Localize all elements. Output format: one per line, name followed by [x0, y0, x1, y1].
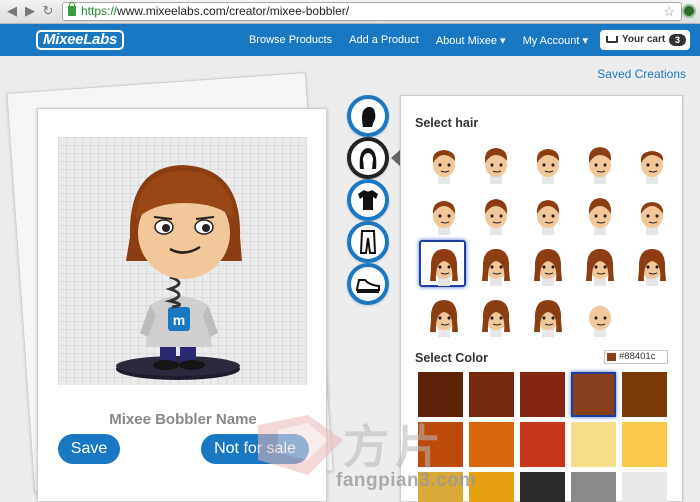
- hair-style-icon: [430, 249, 458, 286]
- hair-option[interactable]: [575, 240, 622, 287]
- color-swatch[interactable]: [571, 422, 616, 467]
- cart-button[interactable]: Your cart 3: [600, 30, 690, 50]
- hair-style-icon: [484, 148, 508, 184]
- hair-option[interactable]: [627, 240, 674, 287]
- sale-status-button[interactable]: Not for sale: [201, 434, 309, 464]
- color-swatch[interactable]: [520, 422, 565, 467]
- hair-style-icon: [482, 249, 510, 286]
- lock-icon: [68, 2, 76, 16]
- hair-style-icon: [588, 198, 612, 235]
- hair-option[interactable]: [419, 291, 466, 338]
- bobbler-name[interactable]: Mixee Bobbler Name: [38, 411, 328, 428]
- color-swatch[interactable]: [418, 372, 463, 417]
- hair-style-icon: [536, 149, 560, 184]
- hair-option[interactable]: [627, 138, 674, 185]
- color-swatch[interactable]: [622, 472, 667, 502]
- category-shirt-button[interactable]: [347, 179, 389, 221]
- shirt-icon: [358, 190, 378, 210]
- arrow-left-icon[interactable]: ◀: [4, 3, 20, 19]
- hair-option[interactable]: [523, 291, 570, 338]
- hair-option[interactable]: [575, 189, 622, 236]
- hair-option[interactable]: [471, 189, 518, 236]
- hair-option[interactable]: [471, 291, 518, 338]
- hair-option[interactable]: [627, 189, 674, 236]
- hair-style-icon: [432, 150, 456, 184]
- color-hex-input[interactable]: #88401c: [604, 350, 668, 364]
- hair-option[interactable]: [471, 138, 518, 185]
- extension-icon[interactable]: [682, 4, 696, 18]
- hair-option[interactable]: [419, 240, 466, 287]
- saved-creations-link[interactable]: Saved Creations: [597, 67, 686, 81]
- hair-style-icon: [534, 249, 562, 286]
- address-bar[interactable]: https://www.mixeelabs.com/creator/mixee-…: [62, 2, 682, 21]
- select-color-title: Select Color: [415, 351, 488, 365]
- color-swatch[interactable]: [520, 372, 565, 417]
- watermark-text: fangpian3.com: [336, 470, 477, 491]
- hair-option[interactable]: [575, 291, 622, 338]
- pants-icon: [359, 230, 377, 254]
- hair-option[interactable]: [419, 138, 466, 185]
- color-swatch[interactable]: [571, 372, 616, 417]
- hair-style-icon: [640, 202, 664, 235]
- hair-style-icon: [430, 300, 458, 337]
- hair-style-icon: [640, 151, 664, 184]
- hair-style-icon: [589, 306, 611, 337]
- hair-option[interactable]: [523, 240, 570, 287]
- hair-icon: [359, 148, 377, 169]
- hair-style-icon: [534, 300, 562, 337]
- select-hair-title: Select hair: [415, 116, 479, 130]
- color-swatch[interactable]: [622, 422, 667, 467]
- cart-icon: [606, 36, 618, 43]
- hair-style-icon: [536, 200, 560, 235]
- color-swatch[interactable]: [469, 422, 514, 467]
- main-nav: Browse Products Add a Product About Mixe…: [249, 24, 588, 56]
- hair-option[interactable]: [523, 138, 570, 185]
- current-color-swatch: [607, 353, 616, 361]
- color-swatch[interactable]: [418, 422, 463, 467]
- nav-browse-products[interactable]: Browse Products: [249, 34, 332, 46]
- site-header: MixeeLabs Browse Products Add a Product …: [0, 24, 700, 56]
- hair-style-icon: [638, 249, 666, 286]
- hair-style-icon: [586, 249, 614, 286]
- category-hair-button[interactable]: [347, 137, 389, 179]
- hair-style-icon: [588, 147, 612, 184]
- hair-options-grid: [419, 138, 675, 338]
- category-head-button[interactable]: [347, 95, 389, 137]
- shoe-icon: [356, 279, 380, 293]
- bobblehead-figure-icon: m: [116, 165, 242, 380]
- color-swatch[interactable]: [622, 372, 667, 417]
- arrow-right-icon[interactable]: ▶: [22, 3, 38, 19]
- color-swatch[interactable]: [469, 372, 514, 417]
- nav-my-account[interactable]: My Account ▾: [523, 34, 588, 47]
- nav-add-product[interactable]: Add a Product: [349, 34, 419, 46]
- hair-style-icon: [432, 201, 456, 235]
- hair-option[interactable]: [471, 240, 518, 287]
- nav-about-mixee[interactable]: About Mixee ▾: [436, 34, 506, 47]
- cart-count-badge: 3: [669, 34, 686, 46]
- hair-style-icon: [484, 199, 508, 235]
- save-button[interactable]: Save: [58, 434, 120, 464]
- category-shoes-button[interactable]: [347, 263, 389, 305]
- color-swatch[interactable]: [520, 472, 565, 502]
- preview-card: m Mixee Bobbler Name Save Not for sale: [37, 108, 327, 502]
- svg-text:m: m: [173, 312, 185, 328]
- hair-option[interactable]: [523, 189, 570, 236]
- mixeelabs-logo[interactable]: MixeeLabs: [36, 30, 124, 50]
- reload-icon[interactable]: ↻: [40, 3, 56, 19]
- hair-style-icon: [482, 300, 510, 337]
- hair-option[interactable]: [419, 189, 466, 236]
- bobblehead-canvas[interactable]: m: [58, 137, 307, 385]
- options-panel: Select hair Select Color #88401c: [400, 95, 683, 502]
- category-pants-button[interactable]: [347, 221, 389, 263]
- head-icon: [362, 106, 376, 127]
- color-swatch[interactable]: [571, 472, 616, 502]
- hair-option[interactable]: [575, 138, 622, 185]
- browser-toolbar: ◀ ▶ ↻ https://www.mixeelabs.com/creator/…: [0, 0, 700, 24]
- bookmark-star-icon[interactable]: ☆: [663, 3, 675, 20]
